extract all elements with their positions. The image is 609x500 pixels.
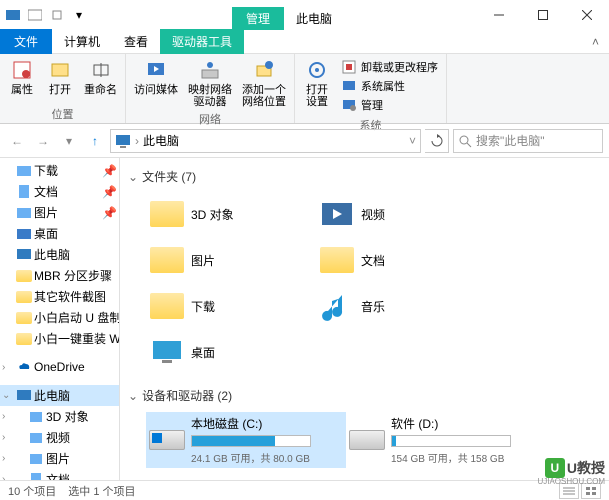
tree-item-videos[interactable]: ›视频 [0, 427, 119, 448]
nav-recent-button[interactable]: ▾ [58, 130, 80, 152]
qat-item[interactable] [26, 6, 44, 24]
tree-item-3dobjects[interactable]: ›3D 对象 [0, 406, 119, 427]
qat-item[interactable] [48, 6, 66, 24]
content-pane[interactable]: ⌄ 文件夹 (7) 3D 对象 视频 图片 文档 下载 音乐 桌面 ⌄ 设备和驱… [120, 158, 609, 480]
tree-item-folder[interactable]: 其它软件截图 [0, 286, 119, 307]
tree-item-folder[interactable]: MBR 分区步骤 [0, 265, 119, 286]
uninstall-programs-button[interactable]: 卸载或更改程序 [339, 58, 440, 76]
ribbon-collapse-button[interactable]: ˄ [582, 35, 609, 49]
folder-videos[interactable]: 视频 [316, 193, 486, 235]
tab-file[interactable]: 文件 [0, 29, 52, 54]
folder-pictures[interactable]: 图片 [146, 239, 316, 281]
maximize-button[interactable] [521, 1, 565, 29]
group-header-drives[interactable]: ⌄ 设备和驱动器 (2) [128, 383, 601, 408]
chevron-down-icon: ⌄ [128, 389, 138, 403]
nav-up-button[interactable]: ↑ [84, 130, 106, 152]
folder-desktop[interactable]: 桌面 [146, 331, 316, 373]
drive-d[interactable]: 软件 (D:) 154 GB 可用，共 158 GB [346, 412, 546, 468]
properties-button[interactable]: 属性 [4, 56, 40, 98]
nav-forward-button[interactable]: → [32, 130, 54, 152]
search-icon [458, 134, 472, 148]
breadcrumb-location: 此电脑 [143, 132, 179, 149]
navigation-tree[interactable]: 下载📌 文档📌 图片📌 桌面 此电脑 MBR 分区步骤 其它软件截图 小白启动 … [0, 158, 120, 480]
tree-item-folder[interactable]: 小白一键重装 Win10 [0, 328, 119, 349]
minimize-button[interactable] [477, 1, 521, 29]
search-input[interactable]: 搜索"此电脑" [453, 129, 603, 153]
folder-downloads[interactable]: 下载 [146, 285, 316, 327]
qat-dropdown[interactable]: ▾ [70, 6, 88, 24]
group-header-folders[interactable]: ⌄ 文件夹 (7) [128, 164, 601, 189]
tab-view[interactable]: 查看 [112, 29, 160, 54]
breadcrumb[interactable]: › 此电脑 ˅ [110, 129, 421, 153]
close-button[interactable] [565, 1, 609, 29]
status-item-count: 10 个项目 [8, 483, 56, 499]
tree-item-documents[interactable]: 文档📌 [0, 181, 119, 202]
refresh-button[interactable] [425, 129, 449, 153]
nav-back-button[interactable]: ← [6, 130, 28, 152]
access-media-button[interactable]: 访问媒体 [130, 56, 182, 98]
context-tab-manage[interactable]: 管理 [232, 7, 284, 30]
open-settings-button[interactable]: 打开 设置 [299, 56, 335, 110]
status-selected-count: 选中 1 个项目 [68, 483, 135, 499]
ribbon-group-label: 网络 [130, 110, 290, 128]
capacity-bar [391, 435, 511, 447]
tree-item-documents[interactable]: ›文档 [0, 469, 119, 480]
tree-item-onedrive[interactable]: ›OneDrive [0, 357, 119, 377]
app-icon[interactable] [4, 6, 22, 24]
tree-item-thispc[interactable]: 此电脑 [0, 244, 119, 265]
this-pc-icon [115, 133, 131, 149]
tree-item-pictures[interactable]: 图片📌 [0, 202, 119, 223]
rename-button[interactable]: 重命名 [80, 56, 121, 98]
map-drive-button[interactable]: 映射网络 驱动器 [184, 56, 236, 110]
watermark: U U教授 UJIAOSHOU.COM [545, 458, 605, 478]
ribbon-group-label: 位置 [4, 105, 121, 123]
folder-music[interactable]: 音乐 [316, 285, 486, 327]
chevron-down-icon: ⌄ [128, 170, 138, 184]
tree-item-thispc-main[interactable]: ⌄此电脑 [0, 385, 119, 406]
tree-item-pictures[interactable]: ›图片 [0, 448, 119, 469]
tab-drive-tools[interactable]: 驱动器工具 [160, 29, 244, 54]
manage-button[interactable]: 管理 [339, 96, 440, 114]
tree-item-folder[interactable]: 小白启动 U 盘制作步 [0, 307, 119, 328]
system-properties-button[interactable]: 系统属性 [339, 77, 440, 95]
chevron-down-icon[interactable]: ˅ [409, 134, 416, 148]
tab-computer[interactable]: 计算机 [52, 29, 112, 54]
tree-item-downloads[interactable]: 下载📌 [0, 160, 119, 181]
drive-c[interactable]: 本地磁盘 (C:) 24.1 GB 可用，共 80.0 GB [146, 412, 346, 468]
open-button[interactable]: 打开 [42, 56, 78, 98]
folder-documents[interactable]: 文档 [316, 239, 486, 281]
add-network-button[interactable]: 添加一个 网络位置 [238, 56, 290, 110]
group-header-network[interactable]: ⌄ 网络位置 (1) [128, 478, 601, 480]
folder-3dobjects[interactable]: 3D 对象 [146, 193, 316, 235]
window-title: 此电脑 [284, 7, 344, 30]
capacity-bar [191, 435, 311, 447]
tree-item-desktop[interactable]: 桌面 [0, 223, 119, 244]
